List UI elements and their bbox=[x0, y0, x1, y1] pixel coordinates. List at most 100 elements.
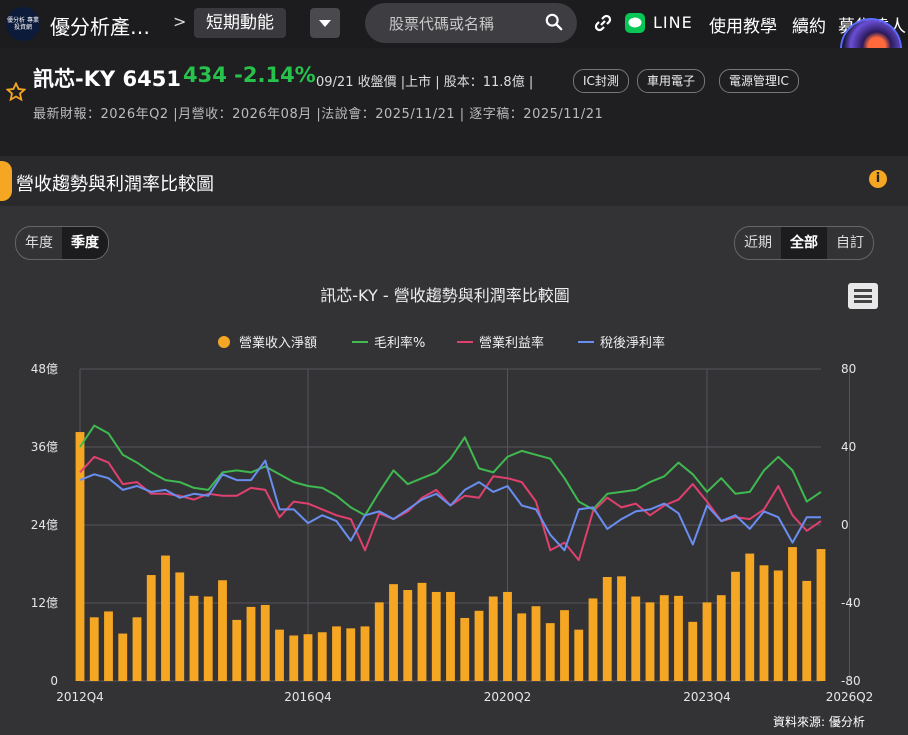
brand-name[interactable]: 優分析產… bbox=[50, 11, 150, 40]
y-left-tick-label: 12億 bbox=[31, 596, 58, 610]
x-tick-label: 2023Q4 bbox=[683, 690, 731, 704]
search-input[interactable] bbox=[387, 11, 541, 37]
y-left-tick-label: 0 bbox=[50, 674, 58, 688]
tab-recent[interactable]: 近期 bbox=[735, 227, 781, 259]
revenue-bar bbox=[146, 575, 156, 681]
industry-tag[interactable]: 車用電子 bbox=[637, 69, 706, 93]
y-right-tick-label: -40 bbox=[841, 596, 861, 610]
breadcrumb-current[interactable]: 短期動能 bbox=[194, 8, 286, 38]
card-title: 營收趨勢與利潤率比較圖 bbox=[16, 174, 214, 195]
revenue-bar bbox=[161, 555, 170, 681]
stock-meta: 09/21 收盤價 |上市 | 股本：11.8億 | bbox=[316, 75, 534, 90]
revenue-bar bbox=[731, 571, 740, 681]
chart-menu-icon[interactable] bbox=[848, 283, 878, 309]
revenue-bar bbox=[503, 591, 512, 681]
revenue-bar bbox=[275, 629, 284, 681]
revenue-bar bbox=[203, 596, 213, 681]
revenue-bar bbox=[659, 595, 669, 681]
line-link[interactable]: LINE bbox=[653, 13, 693, 32]
revenue-bar bbox=[702, 602, 712, 681]
revenue-bar bbox=[545, 623, 555, 681]
revenue-bar bbox=[773, 570, 783, 681]
period-toggle: 年度 季度 bbox=[15, 226, 109, 260]
range-toggle: 近期 全部 自訂 bbox=[734, 226, 874, 260]
revenue-bar bbox=[488, 596, 498, 681]
revenue-bar bbox=[89, 617, 99, 681]
report-info: 最新財報：2026年Q2 |月營收：2026年08月 |法說會：2025/11/… bbox=[33, 107, 604, 122]
legend-label: 毛利率% bbox=[374, 335, 425, 351]
legend-label: 營業收入淨額 bbox=[239, 335, 317, 351]
revenue-bar bbox=[588, 598, 598, 681]
revenue-bar bbox=[460, 617, 470, 681]
tab-annual[interactable]: 年度 bbox=[16, 227, 62, 259]
x-tick-label: 2020Q2 bbox=[484, 690, 532, 704]
revenue-bar bbox=[132, 617, 142, 681]
logo-text: 優分析 專業投資網 bbox=[7, 17, 39, 31]
revenue-bar bbox=[759, 565, 769, 681]
site-logo[interactable]: 優分析 專業投資網 bbox=[6, 7, 40, 41]
data-source: 資料來源: 優分析 bbox=[773, 715, 865, 729]
revenue-bar bbox=[688, 621, 698, 681]
nav-tutorial[interactable]: 使用教學 bbox=[709, 12, 777, 37]
star-icon[interactable] bbox=[6, 82, 26, 102]
revenue-bar bbox=[531, 606, 541, 681]
y-left-tick-label: 24億 bbox=[31, 518, 58, 532]
revenue-bar bbox=[317, 632, 327, 681]
revenue-bar bbox=[246, 606, 256, 681]
revenue-bar bbox=[218, 580, 227, 681]
industry-tag[interactable]: IC封測 bbox=[573, 69, 629, 93]
revenue-bar bbox=[631, 596, 641, 681]
industry-tag[interactable]: 電源管理IC bbox=[719, 69, 799, 93]
card-accent bbox=[0, 161, 12, 201]
breadcrumb-separator: > bbox=[173, 12, 187, 31]
revenue-bar bbox=[289, 635, 299, 681]
revenue-bar bbox=[788, 547, 797, 681]
revenue-bar bbox=[403, 590, 413, 681]
revenue-bar bbox=[389, 584, 398, 681]
revenue-bar bbox=[716, 595, 726, 681]
nav-renew[interactable]: 續約 bbox=[792, 12, 826, 37]
revenue-bar bbox=[645, 602, 655, 681]
x-tick-label: 2012Q4 bbox=[56, 690, 104, 704]
revenue-bar bbox=[417, 582, 427, 681]
revenue-bar bbox=[560, 610, 569, 681]
revenue-bar bbox=[474, 610, 484, 681]
revenue-bar bbox=[745, 553, 755, 681]
stock-name: 訊芯-KY 6451 bbox=[33, 67, 181, 91]
y-right-tick-label: 80 bbox=[841, 362, 856, 376]
revenue-bar bbox=[346, 628, 356, 681]
y-left-tick-label: 36億 bbox=[31, 440, 58, 454]
revenue-bar bbox=[816, 549, 826, 681]
y-right-tick-label: 40 bbox=[841, 440, 856, 454]
revenue-bar bbox=[374, 602, 384, 681]
tab-quarterly[interactable]: 季度 bbox=[62, 227, 108, 259]
x-tick-label: 2016Q4 bbox=[284, 690, 332, 704]
revenue-bar bbox=[360, 626, 370, 681]
revenue-bar bbox=[118, 633, 128, 681]
y-right-tick-label: 0 bbox=[841, 518, 849, 532]
revenue-bar bbox=[802, 580, 812, 681]
info-icon[interactable]: i bbox=[869, 170, 887, 188]
legend-label: 營業利益率 bbox=[479, 335, 544, 351]
revenue-bar bbox=[260, 604, 270, 681]
tab-all[interactable]: 全部 bbox=[781, 227, 827, 259]
legend-marker bbox=[218, 336, 230, 348]
search-box[interactable] bbox=[365, 3, 577, 43]
search-icon[interactable] bbox=[545, 13, 563, 31]
revenue-margin-chart: 0 12億 24億 36億 48億 -80 -40 0 40 80 2012Q4 2016Q4 2020… bbox=[31, 335, 874, 704]
gross-margin-line bbox=[79, 424, 822, 517]
legend-label: 稅後淨利率 bbox=[600, 335, 665, 351]
revenue-bar bbox=[332, 626, 341, 681]
revenue-bar bbox=[303, 634, 313, 681]
revenue-bar bbox=[674, 595, 683, 681]
chevron-down-icon[interactable] bbox=[310, 8, 340, 38]
revenue-bar bbox=[574, 629, 584, 681]
chart-title: 訊芯-KY - 營收趨勢與利潤率比較圖 bbox=[320, 286, 570, 305]
revenue-bar bbox=[602, 577, 612, 681]
revenue-bar bbox=[104, 611, 113, 681]
link-icon[interactable] bbox=[593, 13, 613, 33]
line-logo-icon[interactable] bbox=[625, 13, 645, 33]
revenue-bar bbox=[517, 613, 527, 681]
tab-custom[interactable]: 自訂 bbox=[827, 227, 873, 259]
stock-price-change: 434 -2.14% bbox=[183, 63, 316, 87]
